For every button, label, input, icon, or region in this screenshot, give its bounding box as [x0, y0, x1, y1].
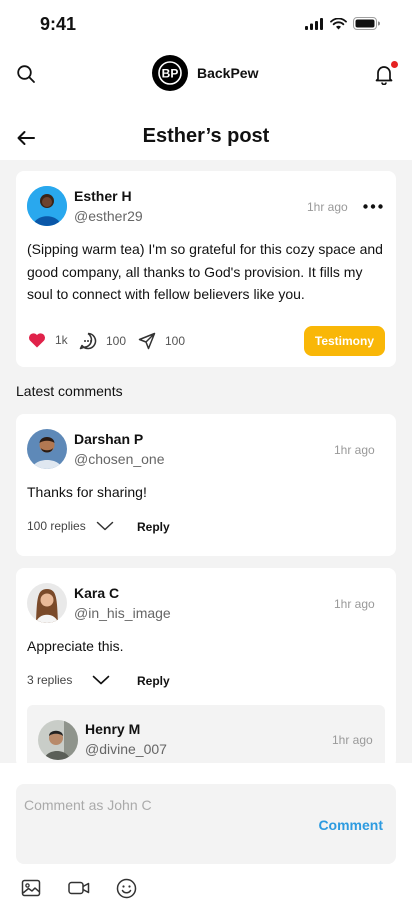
comment-icon: [79, 332, 97, 350]
search-button[interactable]: [14, 62, 38, 86]
notifications-button[interactable]: [372, 60, 399, 86]
logo-icon: BP: [158, 61, 182, 85]
post-text: (Sipping warm tea) I'm so grateful for t…: [27, 241, 383, 302]
comment-time: 1hr ago: [334, 597, 375, 611]
comment-author-handle: @in_his_image: [74, 605, 171, 621]
like-button[interactable]: 1k: [28, 332, 68, 348]
comment-count: 100: [106, 334, 127, 348]
submit-comment-button[interactable]: Comment: [318, 817, 383, 833]
post-time: 1hr ago: [307, 200, 348, 214]
more-options-button[interactable]: [361, 198, 385, 214]
cellular-signal-icon: [305, 17, 323, 30]
comment-text: Appreciate this.: [27, 638, 124, 654]
replies-count: 3 replies: [27, 673, 73, 687]
comment-text: Thanks for sharing!: [27, 484, 147, 500]
reply-author-handle: @divine_007: [85, 741, 167, 757]
reply-button[interactable]: Reply: [137, 674, 170, 688]
title-bar: Esther’s post: [0, 102, 412, 160]
post-card: Esther H @esther29 1hr ago (Sipping warm…: [16, 171, 396, 367]
avatar-image: [38, 720, 78, 760]
send-icon: [138, 332, 156, 350]
tag-badge[interactable]: Testimony: [303, 326, 385, 356]
reply-time: 1hr ago: [332, 733, 373, 747]
share-count: 100: [165, 334, 186, 348]
comment-time: 1hr ago: [334, 443, 375, 457]
avatar-image: [27, 186, 67, 226]
avatar[interactable]: [27, 429, 67, 469]
avatar[interactable]: [38, 720, 78, 760]
video-icon: [68, 881, 90, 895]
share-button[interactable]: 100: [138, 332, 185, 350]
chevron-down-icon: [93, 675, 110, 685]
comment-author-name[interactable]: Darshan P: [74, 431, 143, 447]
search-icon: [17, 65, 35, 83]
brand-logo: BP: [152, 55, 188, 91]
status-icons: [305, 17, 380, 30]
wifi-icon: [330, 17, 347, 29]
attach-video-button[interactable]: [68, 878, 90, 903]
author-name[interactable]: Esther H: [74, 188, 132, 204]
more-horizontal-icon: [363, 203, 383, 209]
brand[interactable]: BP BackPew: [152, 55, 258, 91]
comments-section-label: Latest comments: [16, 383, 123, 399]
chevron-down-icon: [96, 521, 113, 531]
reply-author-name[interactable]: Henry M: [85, 721, 140, 737]
comment-author-handle: @chosen_one: [74, 451, 165, 467]
comment-card: Darshan P @chosen_one 1hr ago Thanks for…: [16, 414, 396, 556]
attach-image-button[interactable]: [21, 878, 41, 903]
app-header: BP BackPew: [0, 50, 412, 102]
page-title: Esther’s post: [142, 125, 270, 147]
comment-box: Comment: [16, 784, 396, 864]
comment-author-name[interactable]: Kara C: [74, 585, 119, 601]
nested-reply: Henry M @divine_007 1hr ago: [27, 705, 385, 765]
image-icon: [21, 879, 41, 897]
comment-button[interactable]: 100: [79, 332, 126, 350]
brand-name: BackPew: [197, 65, 259, 81]
view-replies-button[interactable]: 100 replies: [27, 519, 114, 533]
avatar-image: [27, 429, 67, 469]
comment-input[interactable]: [24, 793, 284, 817]
comment-card: Kara C @in_his_image 1hr ago Appreciate …: [16, 568, 396, 768]
author-handle: @esther29: [74, 208, 143, 224]
like-count: 1k: [55, 333, 68, 347]
notification-dot: [390, 60, 399, 69]
smiley-icon: [116, 878, 137, 899]
status-time: 9:41: [40, 14, 77, 34]
avatar[interactable]: [27, 583, 67, 623]
battery-icon: [353, 17, 380, 30]
view-replies-button[interactable]: 3 replies: [27, 673, 110, 687]
status-bar: 9:41: [0, 0, 412, 50]
reply-button[interactable]: Reply: [137, 520, 170, 534]
replies-count: 100 replies: [27, 519, 86, 533]
emoji-button[interactable]: [116, 878, 137, 904]
avatar-image: [27, 583, 67, 623]
avatar[interactable]: [27, 186, 67, 226]
logo-text: BP: [162, 67, 179, 81]
comment-composer: Comment: [0, 763, 412, 917]
heart-icon: [29, 333, 45, 348]
